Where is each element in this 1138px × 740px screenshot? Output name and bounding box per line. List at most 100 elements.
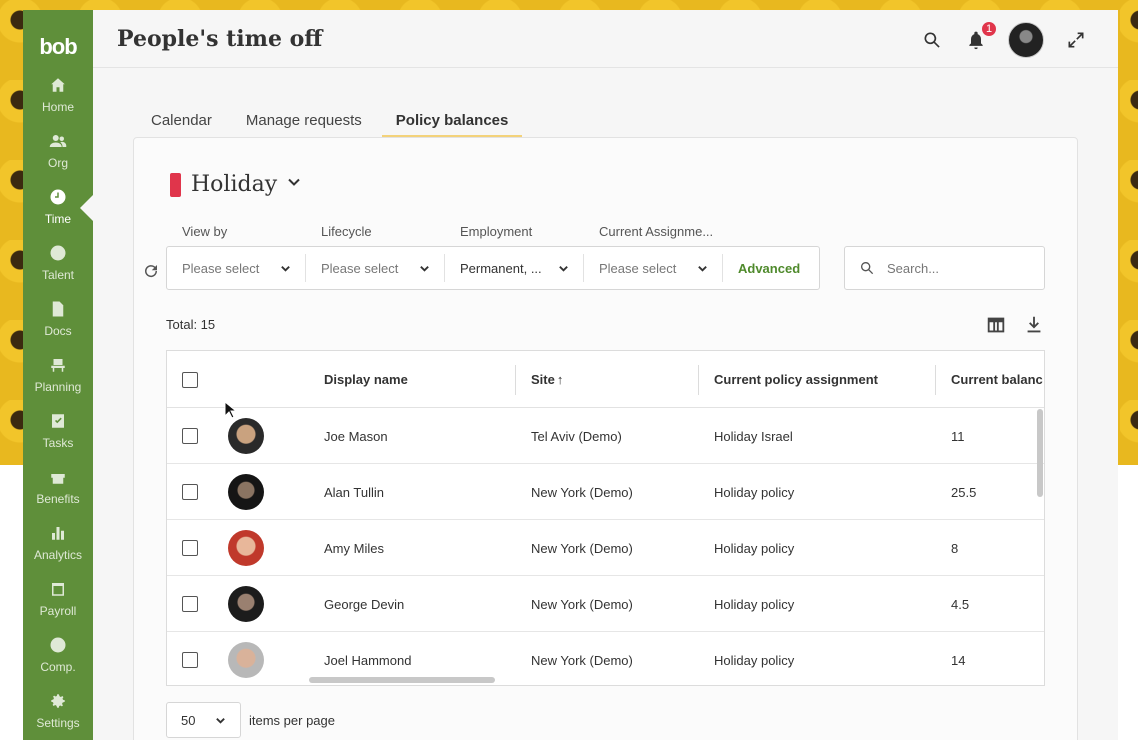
avatar	[228, 418, 264, 454]
tab-policy-balances[interactable]: Policy balances	[381, 112, 523, 138]
user-avatar[interactable]	[1008, 22, 1044, 58]
column-separator	[515, 365, 516, 395]
search-button[interactable]	[920, 28, 944, 52]
sidebar-item-docs[interactable]: Docs	[23, 300, 93, 350]
policy-balances-card: Holiday View by Lifecycle Employment Cur…	[133, 137, 1078, 740]
site: New York (Demo)	[531, 484, 633, 500]
tasks-icon	[49, 412, 67, 430]
sidebar-item-talent[interactable]: Talent	[23, 244, 93, 294]
search-icon	[861, 262, 874, 275]
site: New York (Demo)	[531, 652, 633, 668]
table-row[interactable]: George Devin New York (Demo) Holiday pol…	[167, 576, 1044, 632]
policy-assignment: Holiday policy	[714, 652, 795, 668]
row-checkbox[interactable]	[182, 484, 198, 500]
top-bar: People's time off 1	[93, 10, 1118, 68]
items-per-page-label: items per page	[249, 712, 335, 728]
table-row[interactable]: Amy Miles New York (Demo) Holiday policy…	[167, 520, 1044, 576]
advanced-filters-button[interactable]: Advanced	[723, 261, 800, 276]
bob-logo[interactable]: bob	[23, 34, 93, 60]
sidebar-item-analytics[interactable]: Analytics	[23, 524, 93, 574]
site: Tel Aviv (Demo)	[531, 428, 622, 444]
expand-icon	[1068, 32, 1084, 48]
current-balance: 14	[951, 652, 966, 668]
policy-assignment: Holiday Israel	[714, 428, 793, 444]
sidebar-item-payroll[interactable]: Payroll	[23, 580, 93, 630]
chevron-down-icon	[216, 717, 225, 724]
columns-button[interactable]	[985, 314, 1007, 341]
chevron-down-icon	[287, 175, 301, 194]
view-by-select[interactable]: Please select	[167, 254, 306, 282]
table-row[interactable]: Joe Mason Tel Aviv (Demo) Holiday Israel…	[167, 408, 1044, 464]
sidebar-item-org[interactable]: Org	[23, 132, 93, 182]
notification-badge: 1	[980, 20, 998, 38]
row-checkbox[interactable]	[182, 652, 198, 668]
sidebar-item-label: Analytics	[33, 548, 83, 562]
table-row[interactable]: Joel Hammond New York (Demo) Holiday pol…	[167, 632, 1044, 685]
vertical-scrollbar[interactable]	[1037, 409, 1043, 497]
column-separator	[698, 365, 699, 395]
site: New York (Demo)	[531, 540, 633, 556]
table-row[interactable]: Alan Tullin New York (Demo) Holiday poli…	[167, 464, 1044, 520]
home-icon	[49, 76, 67, 94]
dollar-icon	[49, 636, 67, 654]
clock-icon	[49, 188, 67, 206]
notifications-button[interactable]: 1	[964, 20, 998, 52]
table-columns-icon	[987, 317, 1005, 333]
column-header-current-policy[interactable]: Current policy assignment	[714, 351, 936, 408]
policy-name: Holiday	[191, 172, 278, 197]
current-balance: 11	[951, 428, 965, 444]
row-checkbox[interactable]	[182, 428, 198, 444]
sidebar-item-label: Tasks	[42, 436, 74, 450]
expand-button[interactable]	[1064, 28, 1088, 52]
display-name: Amy Miles	[324, 540, 384, 556]
sort-ascending-icon: ↑	[556, 372, 564, 387]
chevron-down-icon	[420, 265, 429, 272]
sidebar-item-label: Talent	[41, 268, 75, 282]
talent-icon	[49, 244, 67, 262]
horizontal-scrollbar[interactable]	[309, 677, 495, 683]
column-header-display-name[interactable]: Display name	[324, 351, 516, 408]
select-all-checkbox[interactable]	[182, 371, 198, 388]
items-per-page-select[interactable]: 50	[166, 702, 241, 738]
row-checkbox[interactable]	[182, 596, 198, 612]
search-icon	[924, 32, 940, 48]
policy-selector[interactable]: Holiday	[170, 172, 301, 197]
filter-label-lifecycle: Lifecycle	[321, 224, 372, 239]
filter-label-employment: Employment	[460, 224, 533, 239]
avatar	[228, 474, 264, 510]
search-input[interactable]	[887, 260, 1037, 276]
display-name: Joe Mason	[324, 428, 388, 444]
download-button[interactable]	[1023, 314, 1045, 341]
current-assignment-value: Please select	[599, 260, 677, 276]
current-assignment-select[interactable]: Please select	[584, 254, 723, 282]
refresh-icon	[145, 265, 158, 278]
sidebar-item-comp[interactable]: Comp.	[23, 636, 93, 686]
avatar	[228, 586, 264, 622]
sidebar-item-planning[interactable]: Planning	[23, 356, 93, 406]
current-balance: 4.5	[951, 596, 970, 612]
employment-select[interactable]: Permanent, ...	[445, 254, 584, 282]
tab-calendar[interactable]: Calendar	[137, 112, 226, 138]
refresh-button[interactable]	[142, 262, 160, 280]
tab-manage-requests[interactable]: Manage requests	[232, 112, 376, 138]
column-header-current-balance[interactable]: Current balanc	[951, 351, 1044, 408]
search-field[interactable]	[844, 246, 1045, 290]
row-checkbox[interactable]	[182, 540, 198, 556]
sidebar-item-label: Org	[47, 156, 68, 170]
lifecycle-value: Please select	[321, 260, 399, 276]
sidebar-item-tasks[interactable]: Tasks	[23, 412, 93, 462]
sidebar-item-benefits[interactable]: Benefits	[23, 468, 93, 518]
sidebar-item-home[interactable]: Home	[23, 76, 93, 126]
policy-assignment: Holiday policy	[714, 540, 795, 556]
site: New York (Demo)	[531, 596, 633, 612]
mouse-cursor-icon	[224, 401, 236, 419]
main-panel: People's time off 1 Calendar Manage requ…	[93, 10, 1118, 740]
sidebar-item-settings[interactable]: Settings	[23, 692, 93, 740]
column-header-site[interactable]: Site ↑	[531, 351, 699, 408]
people-icon	[49, 132, 67, 150]
column-header-label: Display name	[324, 372, 408, 387]
select-all-cell	[182, 351, 198, 408]
gear-icon	[49, 692, 67, 710]
download-icon	[1027, 316, 1041, 333]
lifecycle-select[interactable]: Please select	[306, 254, 445, 282]
